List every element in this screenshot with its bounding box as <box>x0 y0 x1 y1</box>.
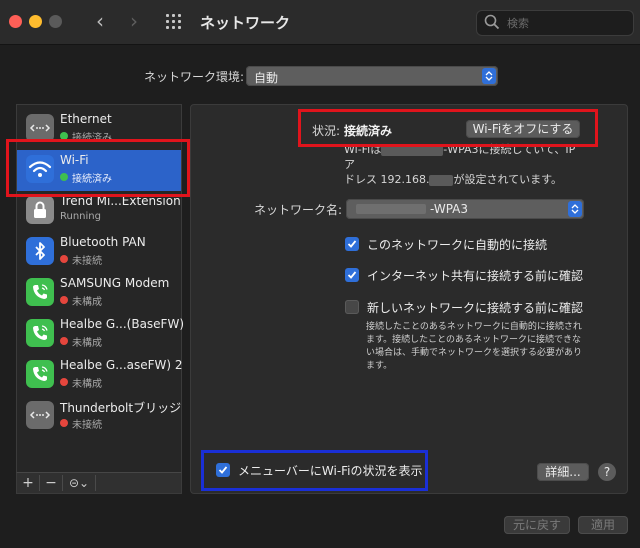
window-title: ネットワーク <box>200 14 291 32</box>
status-dot <box>60 337 68 345</box>
service-status: Running <box>60 211 101 222</box>
status-dot <box>60 255 68 263</box>
minimize-window-button[interactable] <box>29 15 42 28</box>
service-status: 未構成 <box>72 379 102 390</box>
advanced-button[interactable]: 詳細... <box>537 463 589 481</box>
ethernet-icon <box>26 401 54 429</box>
service-status: 未接続 <box>72 420 102 431</box>
updown-chevron-icon <box>482 68 496 84</box>
service-name: Ethernet <box>60 112 112 126</box>
close-window-button[interactable] <box>9 15 22 28</box>
status-dot <box>60 378 68 386</box>
phone-icon <box>26 319 54 347</box>
status-dot <box>60 173 68 181</box>
redacted-ip <box>429 174 454 186</box>
status-dot <box>60 296 68 304</box>
status-dot <box>60 419 68 427</box>
bluetooth-icon <box>26 237 54 265</box>
service-list: Ethernet 接続済み Wi-Fi 接続済み Trend Mi...Exte… <box>16 104 185 474</box>
search-field[interactable] <box>476 10 634 36</box>
service-thunderbolt-bridge[interactable]: Thunderboltブリッジ 未接続 <box>17 396 181 437</box>
add-service-button[interactable]: + <box>17 473 39 493</box>
service-name: Healbe G...aseFW) 2 <box>60 358 183 372</box>
forward-icon[interactable]: › <box>130 9 138 33</box>
service-status: 未構成 <box>72 338 102 349</box>
service-list-toolbar: + − ⊝⌄ <box>16 472 182 494</box>
service-name: Healbe G...(BaseFW) <box>60 317 185 331</box>
lock-icon <box>26 196 54 224</box>
wifi-icon <box>26 155 54 183</box>
service-status: 接続済み <box>72 133 112 144</box>
service-bluetooth-pan[interactable]: Bluetooth PAN 未接続 <box>17 232 181 273</box>
ask-new-network-label: 新しいネットワークに接続する前に確認 <box>367 301 584 315</box>
action-menu-button[interactable]: ⊝⌄ <box>63 473 95 493</box>
show-all-grid-icon[interactable] <box>166 14 182 30</box>
status-dot <box>60 132 68 140</box>
divider <box>95 475 96 491</box>
window-titlebar: ‹ › ネットワーク <box>0 0 640 45</box>
service-wifi[interactable]: Wi-Fi 接続済み <box>17 150 181 191</box>
service-healbe-basefw-2[interactable]: Healbe G...aseFW) 2 未構成 <box>17 355 183 396</box>
revert-button[interactable]: 元に戻す <box>504 516 570 534</box>
service-healbe-basefw[interactable]: Healbe G...(BaseFW) 未構成 <box>17 314 185 355</box>
service-ethernet[interactable]: Ethernet 接続済み <box>17 109 181 150</box>
back-icon[interactable]: ‹ <box>96 9 104 33</box>
auto-join-label: このネットワークに自動的に接続 <box>367 238 548 252</box>
updown-chevron-icon <box>568 201 582 217</box>
service-name: Thunderboltブリッジ <box>60 401 182 415</box>
turn-wifi-off-button[interactable]: Wi-Fiをオフにする <box>466 120 580 138</box>
search-input[interactable] <box>505 14 629 32</box>
remove-service-button[interactable]: − <box>40 473 62 493</box>
ethernet-icon <box>26 114 54 142</box>
service-name: Trend Mi...Extension <box>60 194 181 208</box>
ask-hotspot-checkbox[interactable] <box>345 268 359 282</box>
apply-button[interactable]: 適用 <box>578 516 628 534</box>
desc-text: Wi-Fiは <box>344 143 382 156</box>
ask-new-network-checkbox[interactable] <box>345 300 359 314</box>
help-button[interactable]: ? <box>598 463 616 481</box>
network-name-select[interactable]: -WPA3 <box>346 199 584 219</box>
zoom-window-button[interactable] <box>49 15 62 28</box>
network-name-label: ネットワーク名: <box>254 203 343 217</box>
service-name: Bluetooth PAN <box>60 235 146 249</box>
location-label: ネットワーク環境: <box>144 70 245 84</box>
network-name-value: -WPA3 <box>430 202 469 216</box>
desc-text: が設定されています。 <box>453 173 563 186</box>
ask-new-network-note: 接続したことのあるネットワークに自動的に接続されます。接続したことのあるネットワ… <box>366 322 583 371</box>
phone-icon <box>26 278 54 306</box>
show-in-menubar-label: メニューバーにWi-Fiの状況を表示 <box>238 464 423 478</box>
service-status: 未構成 <box>72 297 102 308</box>
desc-text: ドレス 192.168. <box>344 173 430 186</box>
status-description: Wi-Fiは -WPA3に接続していて、IPア ドレス 192.168. が設定され… <box>344 142 584 187</box>
location-value: 自動 <box>254 71 279 85</box>
service-samsung-modem[interactable]: SAMSUNG Modem 未構成 <box>17 273 181 314</box>
location-select[interactable]: 自動 <box>246 66 498 86</box>
redacted-ssid <box>381 144 444 156</box>
status-label: 状況: <box>312 124 341 138</box>
search-icon <box>484 14 500 34</box>
auto-join-checkbox[interactable] <box>345 237 359 251</box>
service-name: Wi-Fi <box>60 153 89 167</box>
show-in-menubar-checkbox[interactable] <box>216 463 230 477</box>
service-name: SAMSUNG Modem <box>60 276 170 290</box>
ask-hotspot-label: インターネット共有に接続する前に確認 <box>367 269 584 283</box>
phone-icon <box>26 360 54 388</box>
service-status: 接続済み <box>72 174 112 185</box>
status-value: 接続済み <box>344 124 393 138</box>
service-trend-micro[interactable]: Trend Mi...Extension Running <box>17 191 181 232</box>
redacted-network-name <box>356 204 426 214</box>
service-status: 未接続 <box>72 256 102 267</box>
